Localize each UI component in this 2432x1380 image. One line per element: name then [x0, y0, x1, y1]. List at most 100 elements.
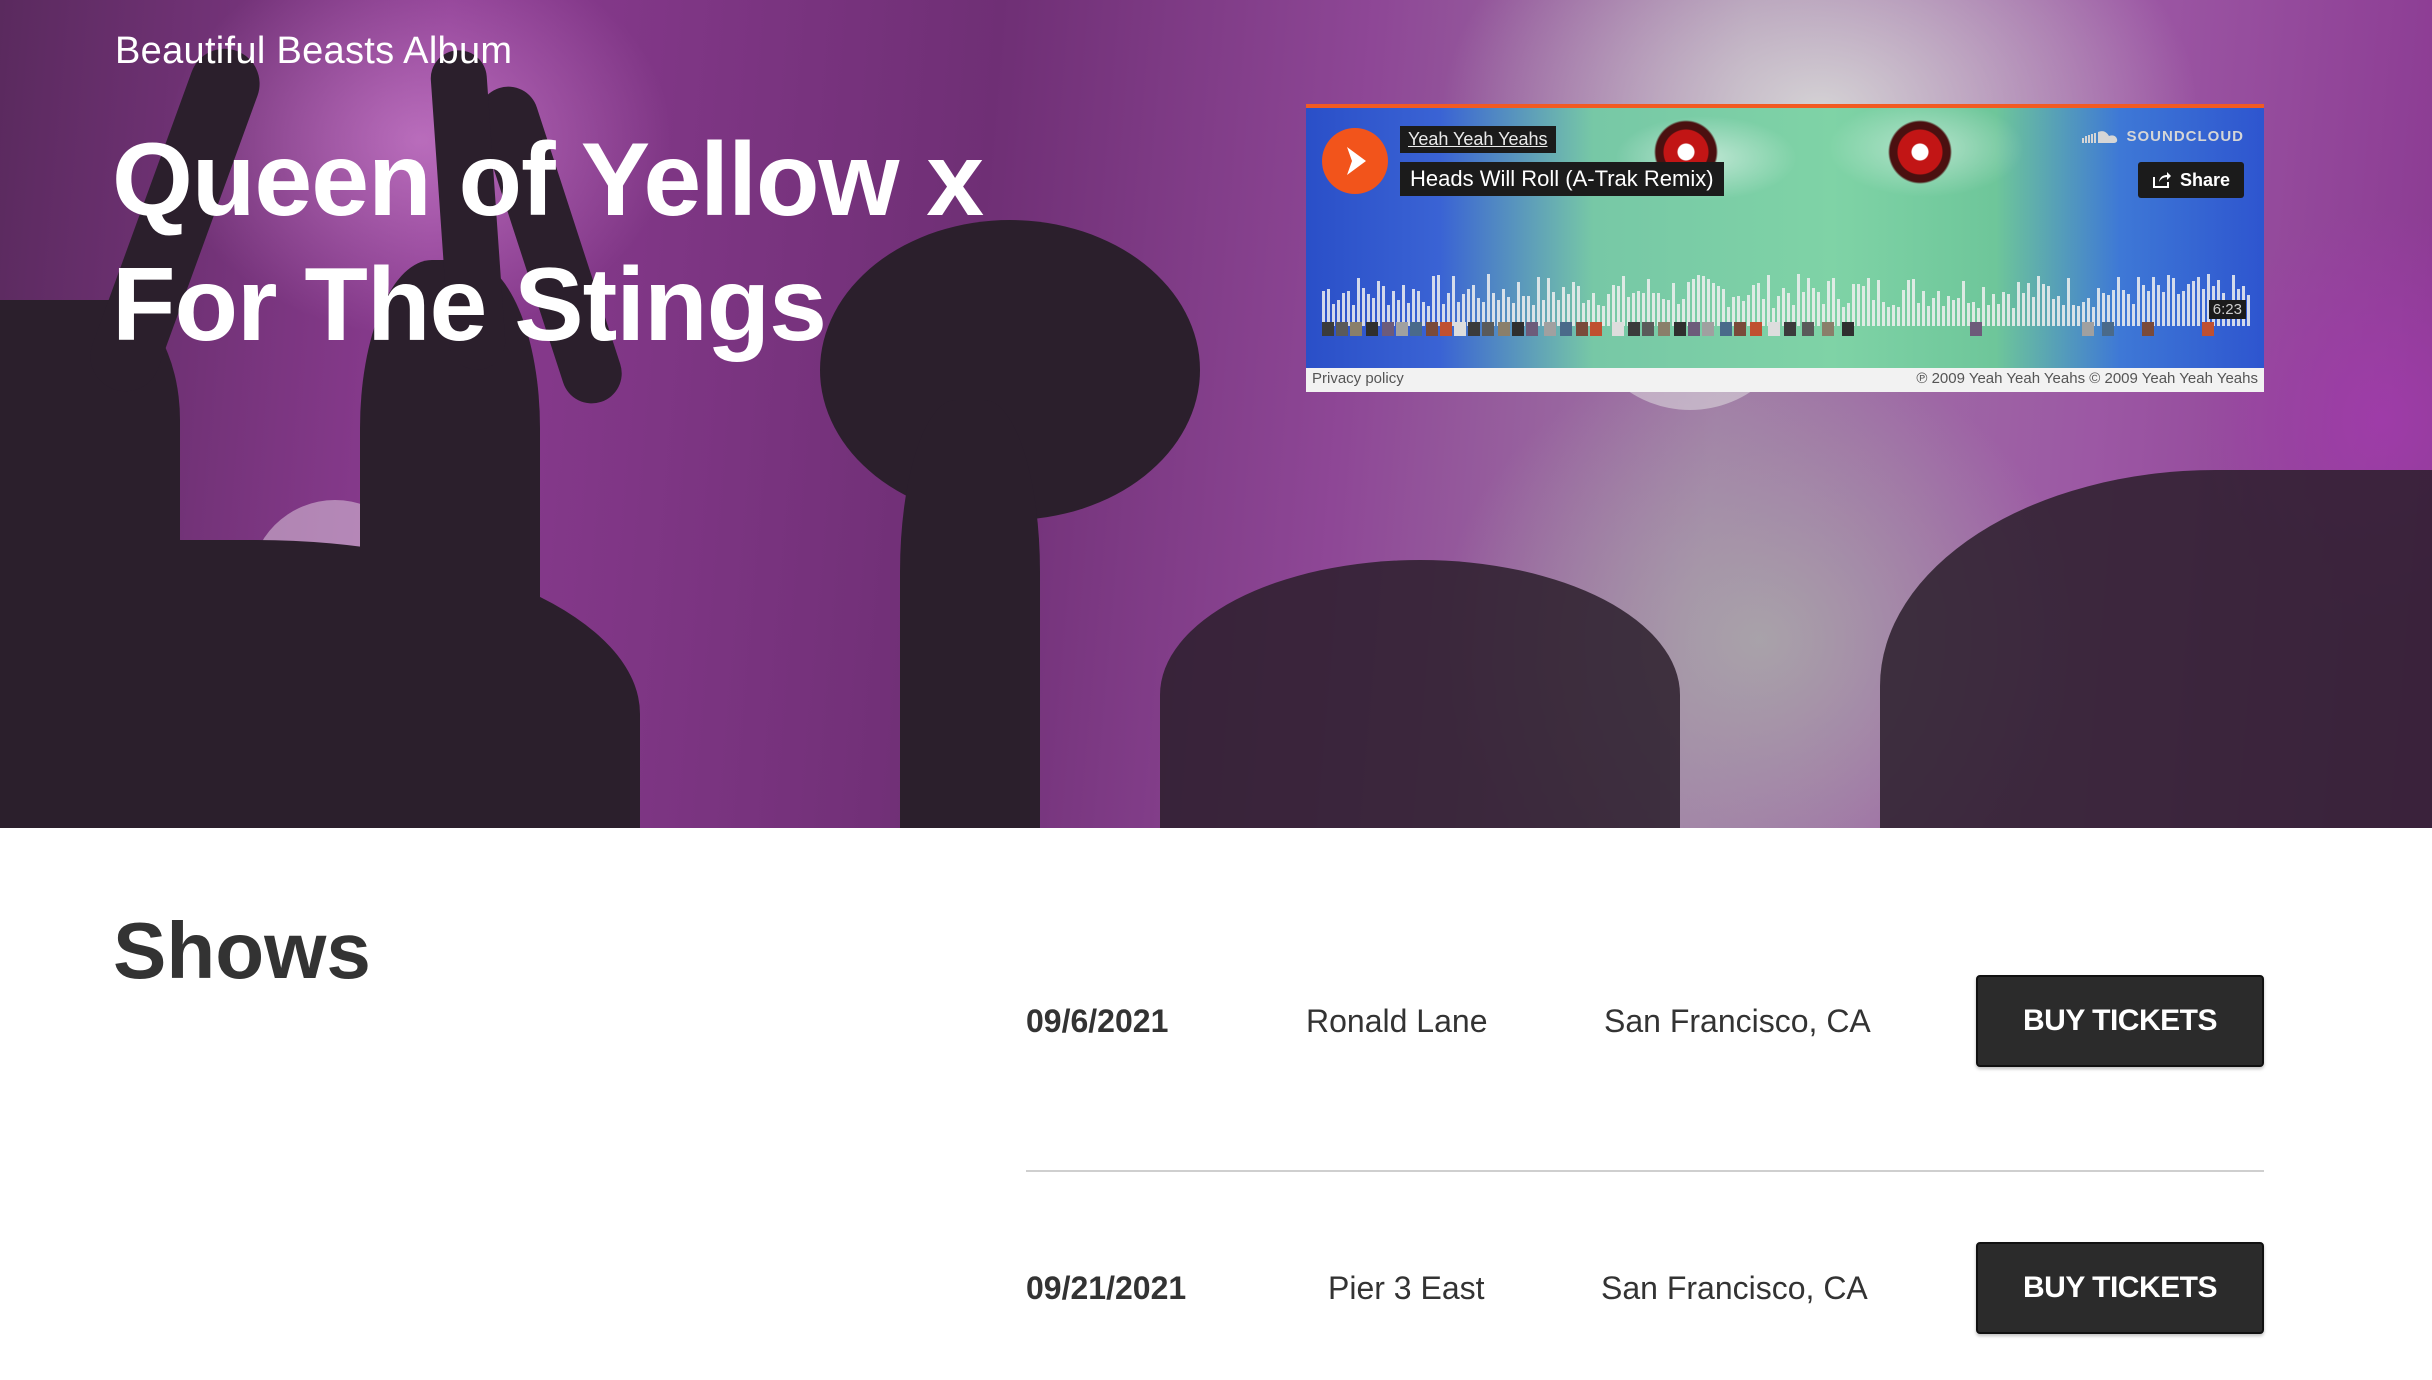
- soundcloud-logo[interactable]: SOUNDCLOUD: [2081, 128, 2245, 145]
- waveform-bar: [2167, 275, 2170, 326]
- waveform-bar: [2002, 292, 2005, 326]
- waveform-bar: [1807, 278, 1810, 326]
- comment-avatar[interactable]: [1322, 322, 1334, 336]
- waveform-bar: [1752, 285, 1755, 326]
- comment-avatar[interactable]: [2202, 322, 2214, 336]
- waveform-bar: [1907, 280, 1910, 326]
- waveform-bar: [1852, 284, 1855, 326]
- waveform-bar: [1767, 275, 1770, 326]
- comment-avatar[interactable]: [1396, 322, 1408, 336]
- privacy-policy-link[interactable]: Privacy policy: [1312, 370, 1404, 387]
- show-row: 09/6/2021 Ronald Lane San Francisco, CA …: [1026, 975, 2264, 1071]
- crowd-silhouette: [1880, 470, 2432, 828]
- waveform-bar: [1572, 282, 1575, 326]
- comment-avatar[interactable]: [1612, 322, 1624, 336]
- comment-avatar[interactable]: [1382, 322, 1394, 336]
- comment-avatar[interactable]: [1784, 322, 1796, 336]
- waveform-bar: [1692, 279, 1695, 326]
- waveform-bar: [2192, 281, 2195, 326]
- waveform-bar: [1912, 279, 1915, 326]
- comment-avatar[interactable]: [1822, 322, 1834, 336]
- comment-avatar[interactable]: [1674, 322, 1686, 336]
- soundcloud-logo-icon: [2081, 130, 2117, 143]
- waveform-bar: [2162, 292, 2165, 326]
- show-date: 09/6/2021: [1026, 1003, 1169, 1039]
- comment-avatar[interactable]: [2102, 322, 2114, 336]
- waveform-bar: [1797, 274, 1800, 326]
- waveform-bar: [1382, 286, 1385, 326]
- waveform-bar: [2117, 277, 2120, 326]
- comment-avatar[interactable]: [1970, 322, 1982, 336]
- artist-link[interactable]: Yeah Yeah Yeahs: [1400, 126, 1556, 153]
- comment-avatar[interactable]: [1426, 322, 1438, 336]
- waveform-bar: [1647, 279, 1650, 326]
- waveform-bar: [2042, 284, 2045, 326]
- comment-avatar[interactable]: [1628, 322, 1640, 336]
- comment-avatar[interactable]: [1658, 322, 1670, 336]
- comment-avatar[interactable]: [1410, 322, 1422, 336]
- comment-avatar[interactable]: [1526, 322, 1538, 336]
- comment-avatar[interactable]: [1688, 322, 1700, 336]
- share-button[interactable]: Share: [2137, 162, 2244, 198]
- comment-avatar[interactable]: [2142, 322, 2154, 336]
- show-venue: Pier 3 East: [1328, 1270, 1485, 1306]
- soundcloud-player[interactable]: Yeah Yeah Yeahs Heads Will Roll (A-Trak …: [1306, 104, 2264, 392]
- show-city: San Francisco, CA: [1601, 1270, 1868, 1306]
- play-button[interactable]: [1322, 128, 1388, 194]
- comment-avatar[interactable]: [1720, 322, 1732, 336]
- waveform-bar: [1362, 288, 1365, 326]
- comment-avatar[interactable]: [1734, 322, 1746, 336]
- comment-avatar[interactable]: [1468, 322, 1480, 336]
- comment-avatar[interactable]: [1750, 322, 1762, 336]
- waveform-bar: [2027, 283, 2030, 326]
- waveform-bar: [1502, 289, 1505, 326]
- comment-avatar[interactable]: [1454, 322, 1466, 336]
- share-icon: [2152, 172, 2171, 188]
- comment-avatar[interactable]: [1802, 322, 1814, 336]
- comment-avatar[interactable]: [1768, 322, 1780, 336]
- waveform-bar: [1982, 287, 1985, 326]
- buy-tickets-button[interactable]: BUY TICKETS: [1976, 975, 2264, 1067]
- comment-avatar[interactable]: [1512, 322, 1524, 336]
- waveform-bar: [1327, 289, 1330, 326]
- comment-avatar[interactable]: [1590, 322, 1602, 336]
- comment-avatar[interactable]: [1702, 322, 1714, 336]
- waveform-bar: [1902, 290, 1905, 326]
- comment-avatar[interactable]: [1482, 322, 1494, 336]
- waveform-bar: [1437, 275, 1440, 326]
- waveform-bar: [2197, 277, 2200, 326]
- show-city: San Francisco, CA: [1604, 1003, 1871, 1039]
- waveform-bar: [1827, 281, 1830, 326]
- waveform-bar: [2182, 291, 2185, 326]
- comment-avatar[interactable]: [1642, 322, 1654, 336]
- waveform-bar: [1697, 275, 1700, 326]
- comment-avatar[interactable]: [1336, 322, 1348, 336]
- waveform-bar: [2067, 278, 2070, 326]
- buy-tickets-button[interactable]: BUY TICKETS: [1976, 1242, 2264, 1334]
- comment-avatar[interactable]: [1440, 322, 1452, 336]
- waveform-bar: [1617, 286, 1620, 326]
- track-duration: 6:23: [2208, 300, 2246, 319]
- comment-avatar[interactable]: [1576, 322, 1588, 336]
- waveform-bar: [1937, 291, 1940, 326]
- waveform-bar: [1357, 278, 1360, 326]
- crowd-silhouette: [900, 400, 1040, 828]
- comment-avatar[interactable]: [1842, 322, 1854, 336]
- comment-avatar[interactable]: [1366, 322, 1378, 336]
- player-footer: Privacy policy ℗ 2009 Yeah Yeah Yeahs © …: [1306, 368, 2264, 392]
- waveform-bar: [1562, 287, 1565, 326]
- waveform-bar: [1707, 279, 1710, 326]
- comment-avatar[interactable]: [2082, 322, 2094, 336]
- waveform[interactable]: [1322, 270, 2252, 326]
- track-title[interactable]: Heads Will Roll (A-Trak Remix): [1400, 162, 1724, 196]
- waveform-bar: [1402, 285, 1405, 326]
- waveform-bar: [2047, 286, 2050, 326]
- waveform-bar: [1517, 282, 1520, 326]
- waveform-bar: [2202, 289, 2205, 326]
- waveform-bar: [2122, 290, 2125, 326]
- comment-avatar[interactable]: [1544, 322, 1556, 336]
- comment-avatar[interactable]: [1560, 322, 1572, 336]
- comment-avatars[interactable]: [1322, 322, 2252, 338]
- comment-avatar[interactable]: [1350, 322, 1362, 336]
- comment-avatar[interactable]: [1498, 322, 1510, 336]
